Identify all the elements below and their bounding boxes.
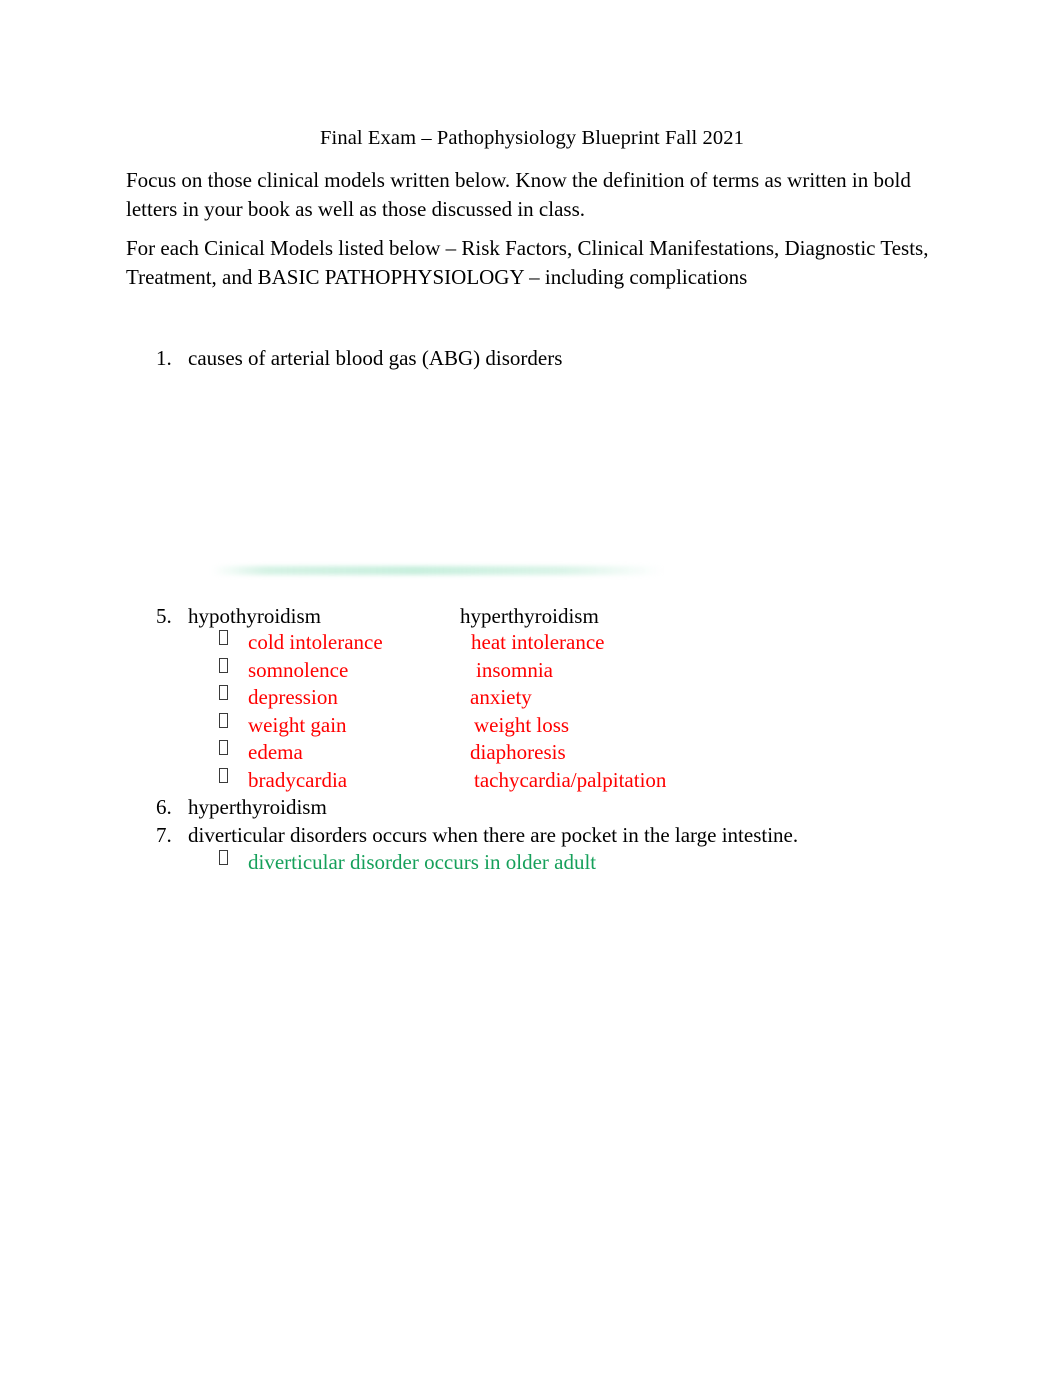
list-item-6-text: hyperthyroidism [188, 795, 327, 819]
list-item-5-left-heading: hypothyroidism [188, 604, 322, 628]
symptom-right: anxiety [470, 685, 532, 709]
list-item: cold intolerance heat intolerance [0, 629, 1062, 656]
tofu-bullet-icon [219, 630, 228, 645]
tofu-bullet-icon [219, 850, 228, 865]
list-item-7-text: diverticular disorders occurs when there… [188, 823, 799, 847]
symptom-left: cold intolerance [248, 630, 383, 654]
symptom-left: edema [248, 740, 303, 764]
diverticular-note: diverticular disorder occurs in older ad… [248, 850, 597, 874]
symptom-left: weight gain [248, 713, 347, 737]
list-item-7-marker: 7. [156, 823, 172, 847]
tofu-bullet-icon [219, 713, 228, 728]
list-item: edema diaphoresis [0, 739, 1062, 766]
list-item-6-marker: 6. [156, 795, 172, 819]
list-item: bradycardia tachycardia/palpitation [0, 767, 1062, 794]
intro-paragraph: Focus on those clinical models written b… [126, 168, 911, 221]
list-item: somnolence insomnia [0, 657, 1062, 684]
tofu-bullet-icon [219, 685, 228, 700]
symptom-right: weight loss [474, 713, 570, 737]
list-item: weight gain weight loss [0, 712, 1062, 739]
symptom-right: insomnia [476, 658, 553, 682]
list-item-5-right-heading: hyperthyroidism [460, 604, 599, 628]
document-page: Final Exam – Pathophysiology Blueprint F… [0, 0, 1062, 1377]
symptom-right: diaphoresis [470, 740, 566, 764]
list-item: depression anxiety [0, 684, 1062, 711]
tofu-bullet-icon [219, 658, 228, 673]
symptom-right: heat intolerance [471, 630, 605, 654]
tofu-bullet-icon [219, 768, 228, 783]
symptom-left: somnolence [248, 658, 349, 682]
instructions-paragraph: For each Cinical Models listed below – R… [126, 236, 929, 289]
symptom-right: tachycardia/palpitation [474, 768, 667, 792]
list-item-1-marker: 1. [156, 346, 172, 370]
list-item-5-marker: 5. [156, 604, 172, 628]
list-item: diverticular disorder occurs in older ad… [0, 849, 1062, 876]
symptom-left: depression [248, 685, 338, 709]
faded-text-artifact [212, 566, 662, 575]
tofu-bullet-icon [219, 740, 228, 755]
list-item-1-text: causes of arterial blood gas (ABG) disor… [188, 346, 563, 370]
symptom-left: bradycardia [248, 768, 348, 792]
page-title: Final Exam – Pathophysiology Blueprint F… [320, 127, 744, 149]
